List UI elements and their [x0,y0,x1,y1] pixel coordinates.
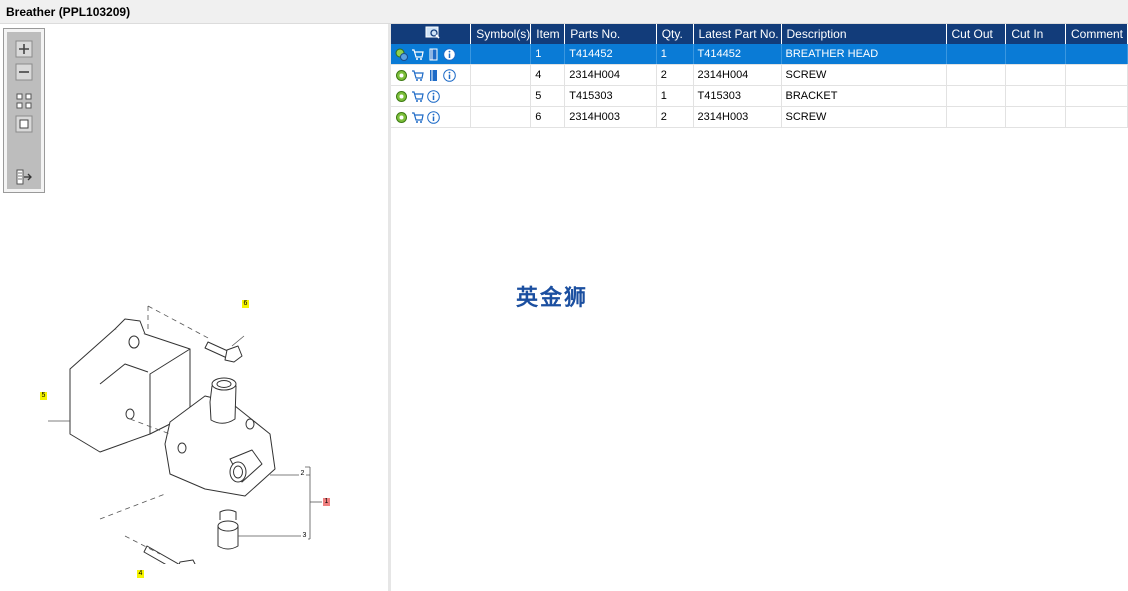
row-actions [391,44,472,65]
cell-latest-part-no: 2314H004 [693,64,782,86]
cell-part-no: T415303 [564,85,657,107]
cell-cut-in [1005,44,1066,65]
table-row[interactable]: 4 2314H004 2 2314H004 SCREW [391,64,1128,86]
cell-part-no: 2314H004 [564,64,657,86]
cell-qty: 1 [656,44,694,65]
cell-qty: 1 [656,85,694,107]
book-icon[interactable] [427,69,440,82]
gear-icon[interactable] [395,90,408,103]
cell-latest-part-no: 2314H003 [693,106,782,128]
column-header-item[interactable]: Item [530,24,566,44]
actual-size-icon[interactable] [15,115,33,133]
info-icon[interactable] [443,68,456,82]
table-row[interactable]: 1 T414452 1 T414452 BREATHER HEAD [391,44,1128,65]
table-header-row: Symbol(s) Item Parts No. Qty. Latest Par… [391,24,1128,44]
cell-symbols [470,106,532,128]
zoom-toolbar [3,28,45,193]
zoom-in-icon[interactable] [15,40,33,58]
shopping-cart-icon[interactable] [411,111,424,124]
column-header-cut-out[interactable]: Cut Out [946,24,1007,44]
fit-all-icon[interactable] [15,92,33,110]
cell-latest-part-no: T414452 [693,44,782,65]
gear-icon[interactable] [395,111,408,124]
column-header-symbols[interactable]: Symbol(s) [470,24,532,44]
cell-cut-in [1005,64,1066,86]
cell-description: BRACKET [781,85,947,107]
cell-description: SCREW [781,64,947,86]
assembly-icon[interactable] [395,48,408,61]
callout-6[interactable]: 6 [242,300,249,308]
search-parts-icon[interactable] [425,26,441,40]
row-actions [391,106,472,128]
table-row[interactable]: 5 T415303 1 T415303 BRACKET [391,85,1128,107]
table-row[interactable]: 6 2314H003 2 2314H003 SCREW [391,106,1128,128]
cell-cut-out [946,85,1007,107]
cell-symbols [470,44,532,65]
callout-5[interactable]: 5 [40,392,47,400]
export-icon[interactable] [15,168,33,186]
cell-qty: 2 [656,106,694,128]
cell-comment [1065,106,1128,128]
cell-comment [1065,85,1128,107]
cell-item: 6 [530,106,566,128]
info-icon[interactable] [443,47,456,61]
callout-2[interactable]: 2 [299,470,306,478]
parts-list-pane: Symbol(s) Item Parts No. Qty. Latest Par… [391,24,1128,591]
column-header-parts-no[interactable]: Parts No. [564,24,657,44]
row-actions [391,64,472,86]
row-actions [391,85,472,107]
cell-cut-in [1005,106,1066,128]
cell-symbols [470,85,532,107]
shopping-cart-icon[interactable] [411,48,424,61]
book-icon[interactable] [427,48,440,61]
column-header-qty[interactable]: Qty. [656,24,694,44]
cell-latest-part-no: T415303 [693,85,782,107]
window-title: Breather (PPL103209) [6,5,131,19]
cell-comment [1065,64,1128,86]
info-icon[interactable] [427,89,440,103]
cell-item: 5 [530,85,566,107]
info-icon[interactable] [427,110,440,124]
shopping-cart-icon[interactable] [411,69,424,82]
cell-item: 1 [530,44,566,65]
callout-4[interactable]: 4 [137,570,144,578]
cell-symbols [470,64,532,86]
exploded-parts-drawing[interactable] [30,274,350,564]
cell-cut-in [1005,85,1066,107]
shopping-cart-icon[interactable] [411,90,424,103]
column-header-latest-part-no[interactable]: Latest Part No. [693,24,782,44]
column-header-cut-in[interactable]: Cut In [1005,24,1066,44]
cell-item: 4 [530,64,566,86]
zoom-toolbar-body [7,32,41,189]
callout-1[interactable]: 1 [323,498,330,506]
cell-description: SCREW [781,106,947,128]
parts-table: Symbol(s) Item Parts No. Qty. Latest Par… [391,24,1128,128]
cell-qty: 2 [656,64,694,86]
watermark-text: 英金狮 [516,286,589,311]
callout-3[interactable]: 3 [301,532,308,540]
cell-comment [1065,44,1128,65]
title-bar: Breather (PPL103209) [0,0,1128,24]
zoom-out-icon[interactable] [15,63,33,81]
cell-cut-out [946,106,1007,128]
cell-part-no: T414452 [564,44,657,65]
illustration-pane[interactable]: 6 5 2 1 3 4 [0,24,388,591]
column-header-comment[interactable]: Comment [1065,24,1128,44]
column-header-description[interactable]: Description [781,24,947,44]
column-header-actions[interactable] [391,24,472,44]
gear-icon[interactable] [395,69,408,82]
cell-part-no: 2314H003 [564,106,657,128]
cell-cut-out [946,44,1007,65]
cell-description: BREATHER HEAD [781,44,947,65]
cell-cut-out [946,64,1007,86]
